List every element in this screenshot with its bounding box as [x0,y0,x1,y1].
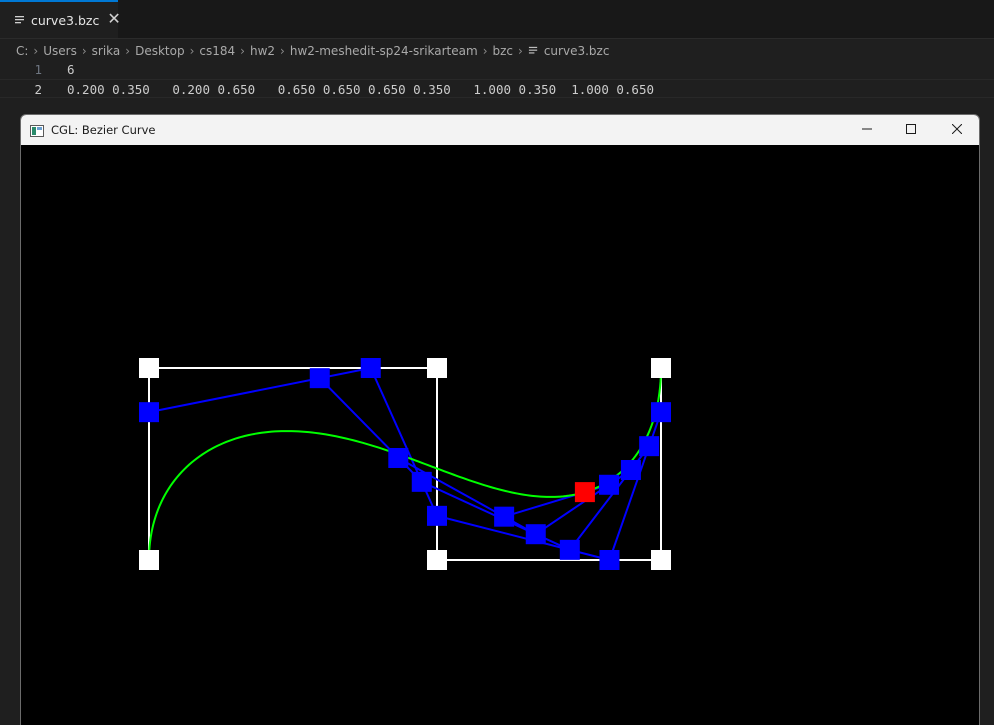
intermediate-point[interactable] [411,471,432,492]
breadcrumb-item[interactable]: hw2-meshedit-sp24-srikarteam [290,44,478,58]
breadcrumb-file[interactable]: curve3.bzc [528,44,610,58]
control-point[interactable] [651,550,671,570]
breadcrumb-separator: › [125,44,131,58]
control-point[interactable] [139,550,159,570]
bezier-scene[interactable] [21,145,979,725]
close-icon [951,121,963,139]
intermediate-point[interactable] [639,436,660,457]
window-title: CGL: Bezier Curve [51,123,156,137]
line-text[interactable]: 6 [67,60,75,79]
editor-tab-strip: curve3.bzc ✕ [0,0,994,39]
minimize-icon [862,121,872,139]
intermediate-point[interactable] [427,505,447,526]
line-number: 1 [34,62,42,77]
code-line[interactable]: 1 6 [0,60,994,79]
intermediate-point[interactable] [309,368,330,389]
breadcrumb-item[interactable]: cs184 [199,44,235,58]
file-lines-icon [528,45,539,56]
close-button[interactable] [934,115,979,145]
breadcrumb-item[interactable]: C: [16,44,28,58]
breadcrumb-item[interactable]: hw2 [250,44,275,58]
intermediate-point[interactable] [651,402,671,423]
breadcrumb-item[interactable]: Users [43,44,77,58]
code-line-current[interactable]: 2 0.200 0.350 0.200 0.650 0.650 0.650 0.… [0,79,994,98]
code-editor[interactable]: 1 6 2 0.200 0.350 0.200 0.650 0.650 0.65… [0,60,994,98]
breadcrumb-separator: › [518,44,523,58]
control-point[interactable] [651,358,671,378]
intermediate-point[interactable] [559,539,580,560]
maximize-icon [906,121,916,139]
intermediate-point[interactable] [599,474,620,495]
breadcrumb-separator: › [81,44,87,58]
breadcrumb-separator: › [482,44,488,58]
control-point[interactable] [427,358,447,378]
evaluated-point[interactable] [574,482,595,503]
control-point[interactable] [139,358,159,378]
control-point[interactable] [427,550,447,570]
bezier-canvas[interactable] [21,145,979,725]
intermediate-point[interactable] [139,402,159,423]
breadcrumb-item[interactable]: srika [92,44,121,58]
intermediate-polygon [319,377,650,552]
desktop-screen: curve3.bzc ✕ C: › Users › srika › Deskto… [0,0,994,725]
app-window-icon [30,124,44,137]
breadcrumb-item[interactable]: Desktop [135,44,185,58]
cgl-window[interactable]: CGL: Bezier Curve [20,114,980,725]
breadcrumb-item: curve3.bzc [543,44,610,58]
intermediate-point[interactable] [360,358,381,378]
window-titlebar[interactable]: CGL: Bezier Curve [21,115,979,145]
intermediate-point[interactable] [620,460,641,481]
breadcrumb-separator: › [280,44,285,58]
breadcrumb-separator: › [240,44,245,58]
breadcrumb: C: › Users › srika › Desktop › cs184 › h… [16,41,609,61]
tab-label: curve3.bzc [31,12,100,28]
file-lines-icon [14,14,26,26]
breadcrumb-separator: › [189,44,195,58]
intermediate-point[interactable] [388,447,409,468]
line-text[interactable]: 0.200 0.350 0.200 0.650 0.650 0.650 0.65… [67,80,654,99]
line-number: 2 [34,82,42,97]
intermediate-point[interactable] [494,506,515,527]
intermediate-point[interactable] [599,550,620,570]
tab-curve3[interactable]: curve3.bzc ✕ [0,0,121,38]
minimize-button[interactable] [844,115,890,145]
maximize-button[interactable] [888,115,934,145]
breadcrumb-separator: › [33,44,39,58]
breadcrumb-item[interactable]: bzc [493,44,514,58]
intermediate-point[interactable] [525,524,546,545]
tab-close-icon[interactable]: ✕ [107,12,120,28]
